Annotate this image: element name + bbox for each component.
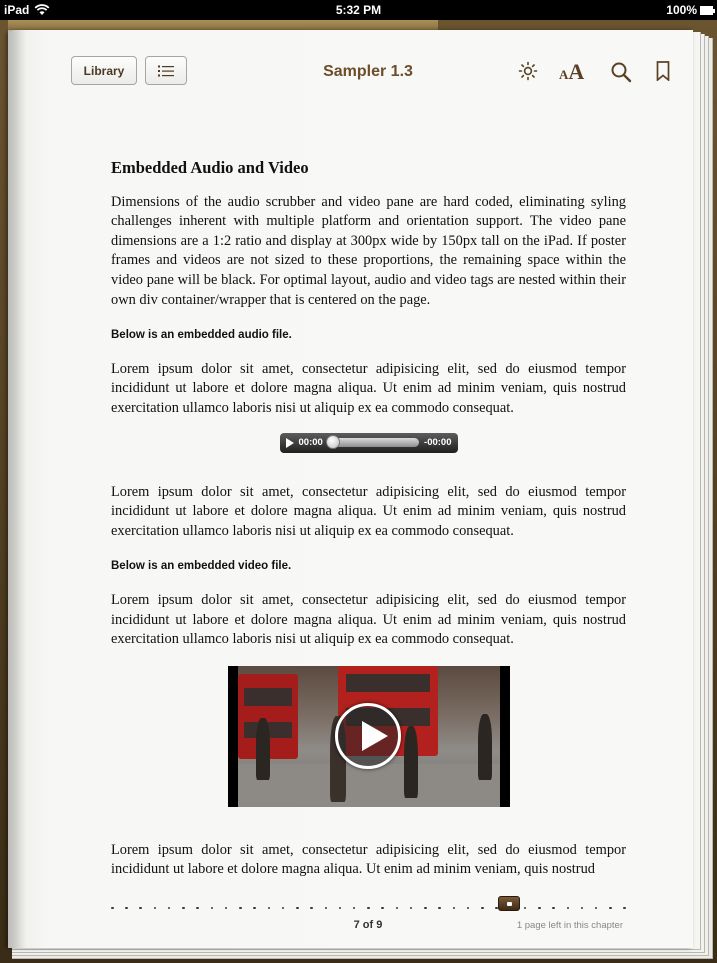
table-of-contents-button[interactable] xyxy=(145,56,187,85)
page-scrubber-dot xyxy=(523,906,527,910)
page-count: 7 of 9 xyxy=(353,919,383,931)
intro-paragraph: Dimensions of the audio scrubber and vid… xyxy=(111,193,626,308)
page-scrubber-dot xyxy=(552,906,555,910)
page-scrubber-dot xyxy=(381,906,384,910)
audio-play-icon[interactable] xyxy=(285,437,294,448)
page-scrubber-dot xyxy=(594,906,598,910)
page-scrubber-dot xyxy=(338,906,342,910)
page-scrubber-dot xyxy=(310,906,313,910)
pages-left-in-chapter: 1 page left in this chapter xyxy=(516,920,623,931)
audio-player[interactable]: 00:00 -00:00 xyxy=(279,432,458,453)
video-wrapper xyxy=(111,665,626,807)
library-button[interactable]: Library xyxy=(71,56,137,85)
status-bar: iPad 5:32 PM 100% xyxy=(0,0,717,20)
poster-person xyxy=(255,717,270,780)
page-scrubber-dot xyxy=(281,906,285,910)
battery-icon xyxy=(700,5,715,15)
page-scrubber-dot xyxy=(409,906,413,910)
page-scrubber-dot xyxy=(367,906,370,910)
reader-toolbar: Library Sampler 1.3 A A xyxy=(8,30,693,114)
page-scrubber-dot xyxy=(224,906,228,910)
video-player[interactable] xyxy=(227,665,510,807)
bookmark-icon[interactable] xyxy=(656,61,670,81)
page-scrubber-dot xyxy=(452,906,456,910)
status-time: 5:32 PM xyxy=(335,3,382,17)
font-big-glyph: A xyxy=(568,59,585,84)
lorem-paragraph-3: Lorem ipsum dolor sit amet, consectetur … xyxy=(111,591,626,648)
poster-person xyxy=(477,713,492,780)
page-scrubber-dot xyxy=(466,906,470,910)
audio-scrubber-knob[interactable] xyxy=(325,435,340,450)
page-scrubber-dot xyxy=(395,906,399,910)
page-scrubber-dot xyxy=(352,906,356,910)
audio-wrapper: 00:00 -00:00 xyxy=(111,432,626,453)
poster-person xyxy=(403,725,418,798)
chapter-content: Embedded Audio and Video Dimensions of t… xyxy=(111,158,626,896)
page-scrubber-dot xyxy=(538,906,541,910)
video-section-heading: Below is an embedded video file. xyxy=(111,560,292,573)
page-scrubber-dot xyxy=(324,906,328,910)
search-icon[interactable] xyxy=(610,61,632,83)
page-scrubber-dot xyxy=(623,906,626,910)
page-scrubber-dot xyxy=(111,906,114,910)
battery-percent: 100% xyxy=(666,3,697,17)
book-page[interactable]: Library Sampler 1.3 A A Embedded Audio a… xyxy=(8,30,693,948)
page-scrubber-dot xyxy=(566,906,569,910)
page-scrubber-dot xyxy=(424,906,427,910)
page-scrubber-dot xyxy=(239,906,242,910)
page-spine-shadow xyxy=(8,30,26,948)
lorem-paragraph-4: Lorem ipsum dolor sit amet, consectetur … xyxy=(111,841,626,878)
page-scrubber-dot xyxy=(609,906,612,910)
poster-road xyxy=(237,763,500,807)
book-title: Sampler 1.3 xyxy=(323,63,413,80)
page-scrubber-dot xyxy=(481,906,484,910)
page-scrubber-dot xyxy=(210,906,214,910)
page-scrubber[interactable] xyxy=(111,902,626,914)
page-scrubber-dot xyxy=(139,906,142,910)
font-small-glyph: A xyxy=(559,67,569,82)
audio-scrubber[interactable] xyxy=(325,435,420,450)
sun-icon[interactable] xyxy=(518,61,538,81)
audio-remaining-time: -00:00 xyxy=(424,436,452,448)
page-scrubber-dot xyxy=(182,906,185,910)
page-scrubber-dot xyxy=(153,906,157,910)
page-scrubber-marker[interactable] xyxy=(498,896,520,911)
status-right: 100% xyxy=(666,3,715,17)
list-icon xyxy=(158,65,174,76)
font-size-icon[interactable]: A A xyxy=(559,59,584,85)
audio-elapsed-time: 00:00 xyxy=(298,436,323,448)
page-scrubber-dot xyxy=(167,906,171,910)
audio-section-heading: Below is an embedded audio file. xyxy=(111,329,292,342)
page-scrubber-dot xyxy=(196,906,199,910)
chapter-heading: Embedded Audio and Video xyxy=(111,158,309,177)
lorem-paragraph-1: Lorem ipsum dolor sit amet, consectetur … xyxy=(111,360,626,416)
page-scrubber-dot xyxy=(580,906,584,910)
page-scrubber-dot xyxy=(296,906,299,910)
lorem-paragraph-2: Lorem ipsum dolor sit amet, consectetur … xyxy=(111,483,626,539)
page-scrubber-dot xyxy=(267,906,271,910)
page-scrubber-dot xyxy=(125,906,128,910)
page-scrubber-dot xyxy=(253,906,256,910)
play-circle-icon[interactable] xyxy=(334,702,401,769)
page-scrubber-dot xyxy=(438,906,441,910)
